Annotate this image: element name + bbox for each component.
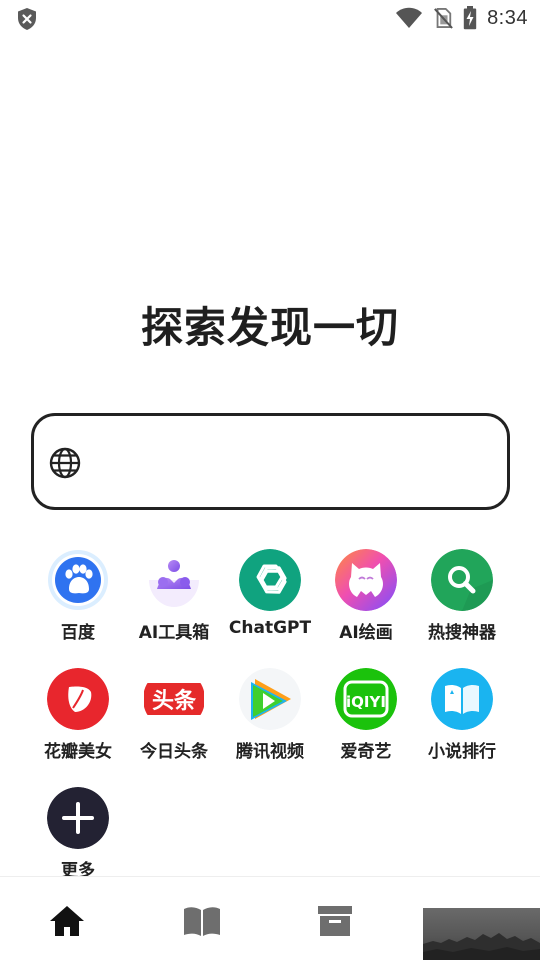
- chatgpt-icon: [239, 549, 301, 611]
- app-novel-rank[interactable]: 小说排行: [414, 668, 510, 768]
- svg-text:头条: 头条: [152, 688, 197, 714]
- app-ai-toolbox[interactable]: AI工具箱: [126, 549, 222, 649]
- search-input[interactable]: [96, 434, 496, 490]
- globe-icon[interactable]: [48, 446, 82, 480]
- app-toutiao[interactable]: 头条 今日头条: [126, 668, 222, 768]
- page-title: 探索发现一切: [140, 303, 399, 352]
- toutiao-icon: 头条: [143, 668, 205, 730]
- archive-box-icon[interactable]: [315, 901, 355, 941]
- status-time: 8:34: [487, 6, 528, 29]
- screen: 8:34 探索发现一切 百度 AI工具箱 ChatGPT AI绘画 热搜神器 花…: [0, 0, 540, 960]
- home-icon[interactable]: [47, 901, 87, 941]
- no-sim-icon: [434, 8, 453, 29]
- app-hot-search[interactable]: 热搜神器: [414, 549, 510, 649]
- app-label: 爱奇艺: [340, 742, 392, 762]
- novel-book-icon: [431, 668, 493, 730]
- hot-search-icon: [431, 549, 493, 611]
- app-label: 腾讯视频: [236, 742, 304, 762]
- baidu-paw-icon: [47, 549, 109, 611]
- search-box[interactable]: [31, 413, 510, 510]
- app-chatgpt[interactable]: ChatGPT: [222, 549, 318, 649]
- status-icons: 8:34: [395, 5, 528, 31]
- app-label: 小说排行: [428, 742, 496, 762]
- plus-icon: [47, 787, 109, 849]
- app-huaban[interactable]: 花瓣美女: [30, 668, 126, 768]
- svg-text:iQIYI: iQIYI: [346, 693, 386, 711]
- app-tencent-video[interactable]: 腾讯视频: [222, 668, 318, 768]
- app-label: 花瓣美女: [44, 742, 112, 762]
- app-more[interactable]: 更多: [30, 787, 126, 887]
- ai-paint-icon: [335, 549, 397, 611]
- app-label: AI工具箱: [138, 623, 210, 643]
- app-baidu[interactable]: 百度: [30, 549, 126, 649]
- app-label: 热搜神器: [428, 623, 496, 643]
- battery-charging-icon: [463, 6, 477, 30]
- iqiyi-icon: iQIYI: [335, 668, 397, 730]
- app-label: ChatGPT: [228, 618, 312, 638]
- bottom-nav: [0, 876, 540, 960]
- preview-thumbnail[interactable]: [423, 908, 540, 960]
- ai-toolbox-icon: [143, 549, 205, 611]
- status-bar: 8:34: [0, 0, 540, 36]
- app-iqiyi[interactable]: iQIYI 爱奇艺: [318, 668, 414, 768]
- app-label: AI绘画: [339, 623, 393, 643]
- book-icon[interactable]: [182, 901, 222, 941]
- app-label: 百度: [61, 623, 95, 643]
- shield-x-icon: [16, 7, 38, 31]
- huaban-icon: [47, 668, 109, 730]
- tencent-video-icon: [239, 668, 301, 730]
- wifi-icon: [396, 7, 423, 28]
- app-ai-paint[interactable]: AI绘画: [318, 549, 414, 649]
- app-label: 今日头条: [140, 742, 208, 762]
